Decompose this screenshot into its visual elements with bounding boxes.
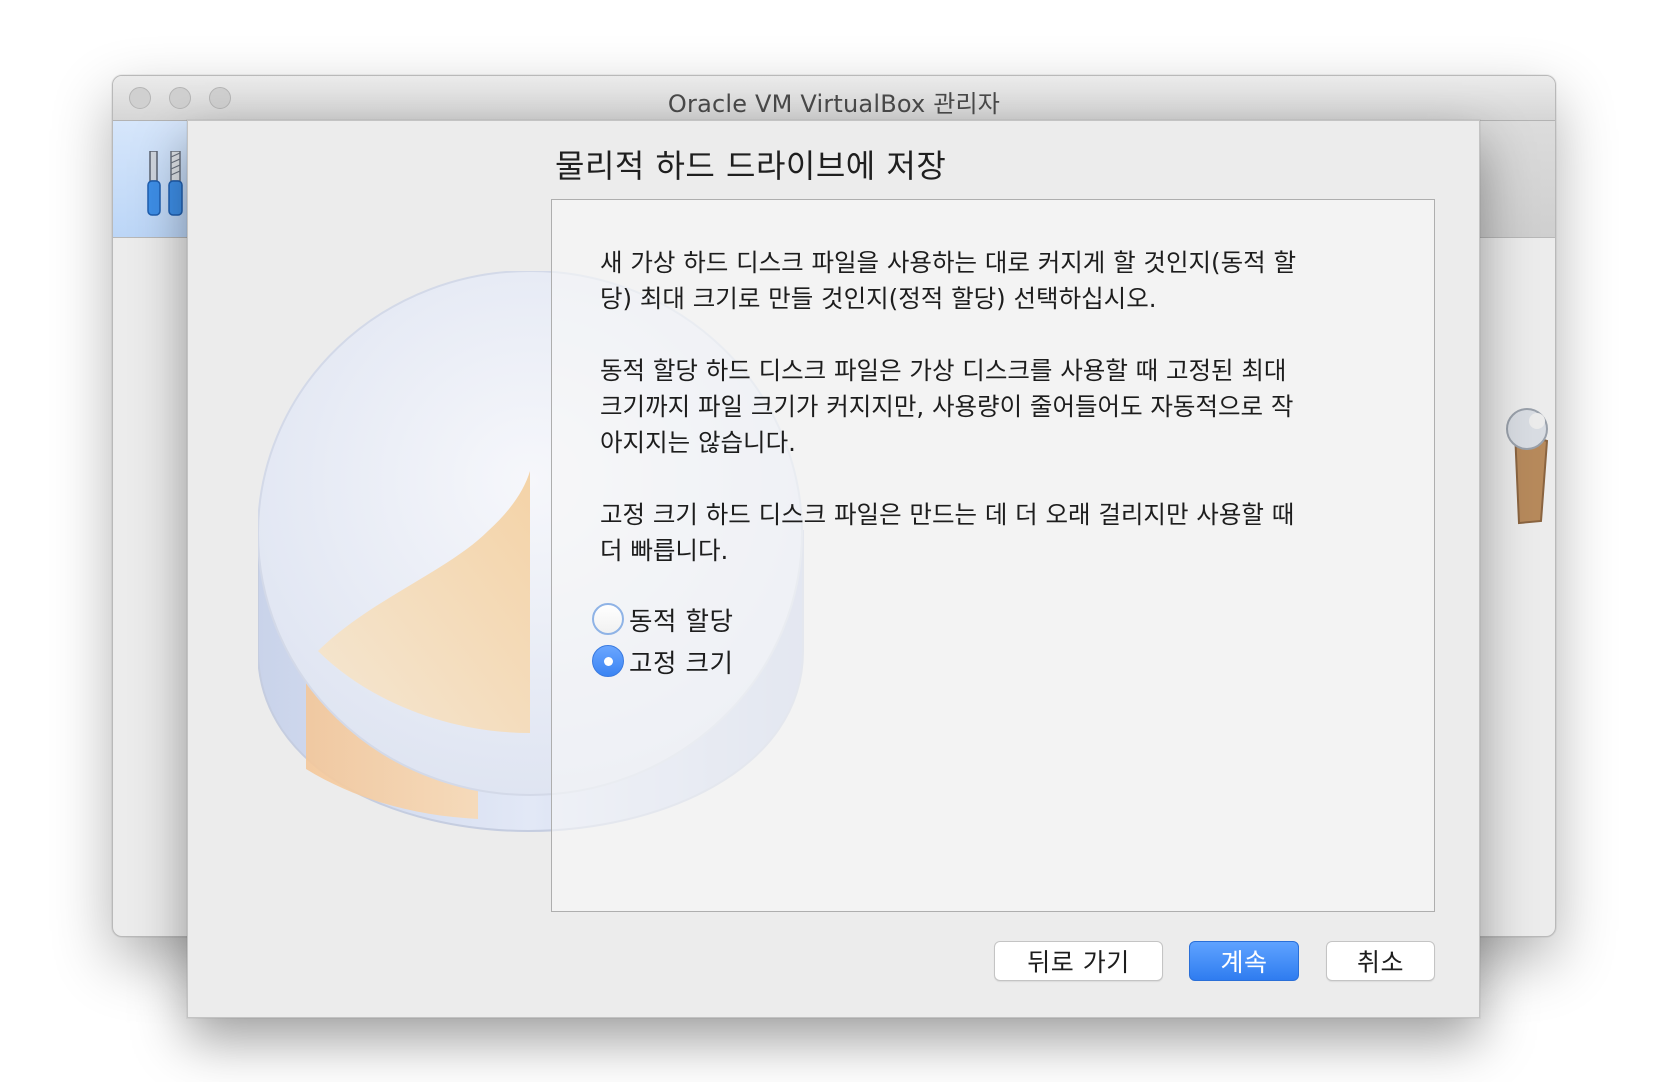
cancel-button[interactable]: 취소 [1326,941,1435,981]
option-fixed-size[interactable]: 고정 크기 [592,644,734,679]
description-paragraph-2: 동적 할당 하드 디스크 파일은 가상 디스크를 사용할 때 고정된 최대 크기… [600,356,1294,457]
radio-fixed-size[interactable] [592,645,624,677]
back-button[interactable]: 뒤로 가기 [994,941,1163,981]
option-dynamic-allocation[interactable]: 동적 할당 [592,602,734,637]
description-paragraph-1: 새 가상 하드 디스크 파일을 사용하는 대로 커지게 할 것인지(동적 할 당… [600,248,1297,313]
create-disk-wizard: 물리적 하드 드라이브에 저장 새 가상 하드 디스크 파일을 사용하는 대로 … [187,120,1480,1018]
continue-button[interactable]: 계속 [1189,941,1299,981]
option-label-fixed: 고정 크기 [629,648,734,679]
wrench-icon [1506,408,1549,525]
content-panel: 새 가상 하드 디스크 파일을 사용하는 대로 커지게 할 것인지(동적 할 당… [551,199,1435,912]
tools-item[interactable] [113,121,194,237]
title-bar: Oracle VM VirtualBox 관리자 [113,76,1555,121]
window-title: Oracle VM VirtualBox 관리자 [667,90,1001,118]
description-paragraph-3: 고정 크기 하드 디스크 파일은 만드는 데 더 오래 걸리지만 사용할 때 더… [600,500,1295,565]
option-label-dynamic: 동적 할당 [629,606,734,637]
tools-icon [147,151,183,216]
radio-dynamic-allocation[interactable] [592,603,624,635]
page-title: 물리적 하드 드라이브에 저장 [555,147,947,185]
